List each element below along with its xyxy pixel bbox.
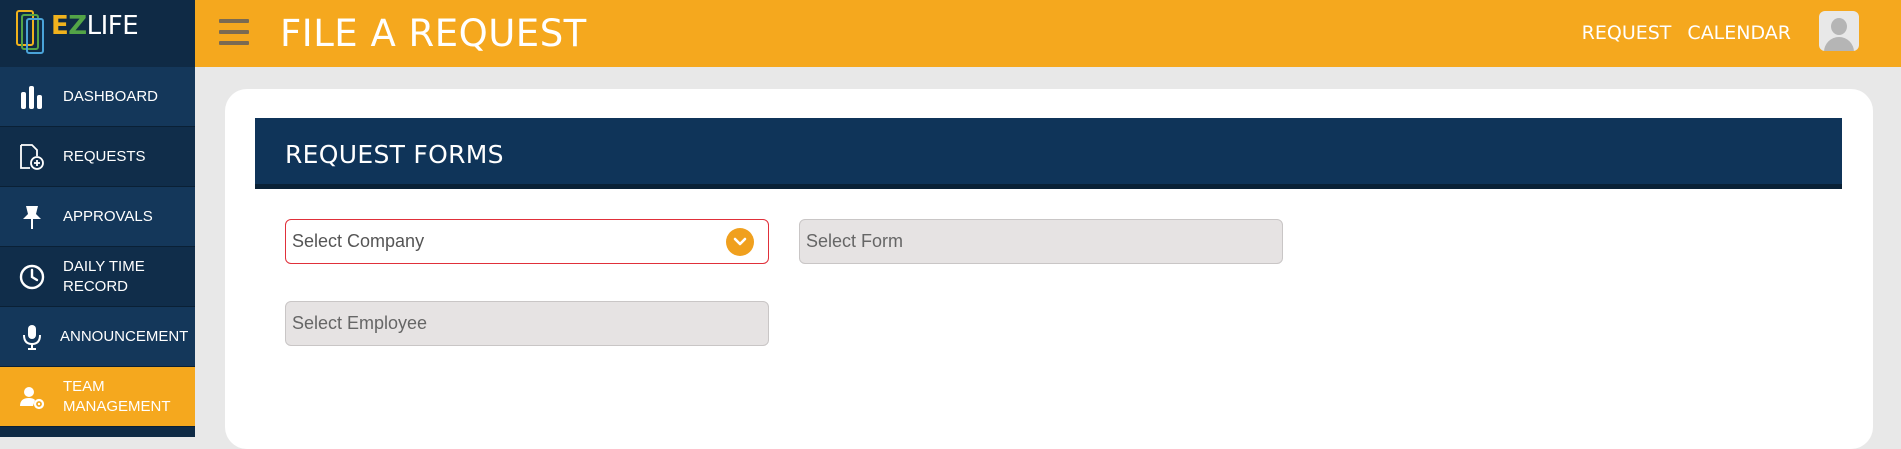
clock-icon [18,263,46,291]
sidebar-item-label: TEAM MANAGEMENT [63,377,171,415]
sidebar-item-requests[interactable]: REQUESTS [0,127,195,187]
section-title: REQUEST FORMS [285,140,504,169]
request-link[interactable]: REQUEST [1582,22,1672,44]
sidebar-item-label: ANNOUNCEMENT [60,327,189,345]
chevron-down-icon[interactable] [726,228,754,256]
select-form-placeholder: Select Form [806,231,904,251]
microphone-icon [18,323,46,351]
select-form-dropdown[interactable]: Select Form [799,219,1283,264]
sidebar-item-approvals[interactable]: APPROVALS [0,187,195,247]
avatar-body [1824,37,1854,51]
sidebar-nav: DASHBOARD REQUESTS APPROVALS DAILY TIME … [0,67,195,427]
top-links: REQUEST CALENDAR [1582,22,1791,44]
pushpin-icon [18,203,46,231]
select-company-dropdown[interactable]: Select Company [285,219,769,264]
sidebar-item-daily-time-record[interactable]: DAILY TIME RECORD [0,247,195,307]
sidebar-item-label: DASHBOARD [63,87,159,105]
select-company-placeholder: Select Company [292,231,425,251]
sidebar-item-dashboard[interactable]: DASHBOARD [0,67,195,127]
sidebar-item-label: REQUESTS [63,147,146,165]
sidebar-item-announcement[interactable]: ANNOUNCEMENT [0,307,195,367]
sidebar: EZLIFE DASHBOARD REQUESTS APPROVALS DAIL… [0,0,195,437]
document-add-icon [18,143,46,171]
avatar[interactable] [1819,11,1859,51]
bar-chart-icon [18,83,46,111]
app-logo[interactable]: EZLIFE [0,0,195,67]
user-gear-icon [18,383,46,411]
select-employee-placeholder: Select Employee [292,313,428,333]
logo-text: EZLIFE [51,11,139,41]
sidebar-item-label: APPROVALS [63,207,153,225]
logo-mark-icon [16,10,44,54]
sidebar-item-label: DAILY TIME RECORD [63,257,145,295]
calendar-link[interactable]: CALENDAR [1687,22,1791,44]
section-header: REQUEST FORMS [255,118,1842,189]
select-employee-dropdown[interactable]: Select Employee [285,301,769,346]
sidebar-item-team-management[interactable]: TEAM MANAGEMENT [0,367,195,427]
avatar-head [1831,18,1847,35]
top-bar: FILE A REQUEST REQUEST CALENDAR [195,0,1901,67]
page-title: FILE A REQUEST [280,12,587,55]
menu-icon[interactable] [219,19,249,47]
